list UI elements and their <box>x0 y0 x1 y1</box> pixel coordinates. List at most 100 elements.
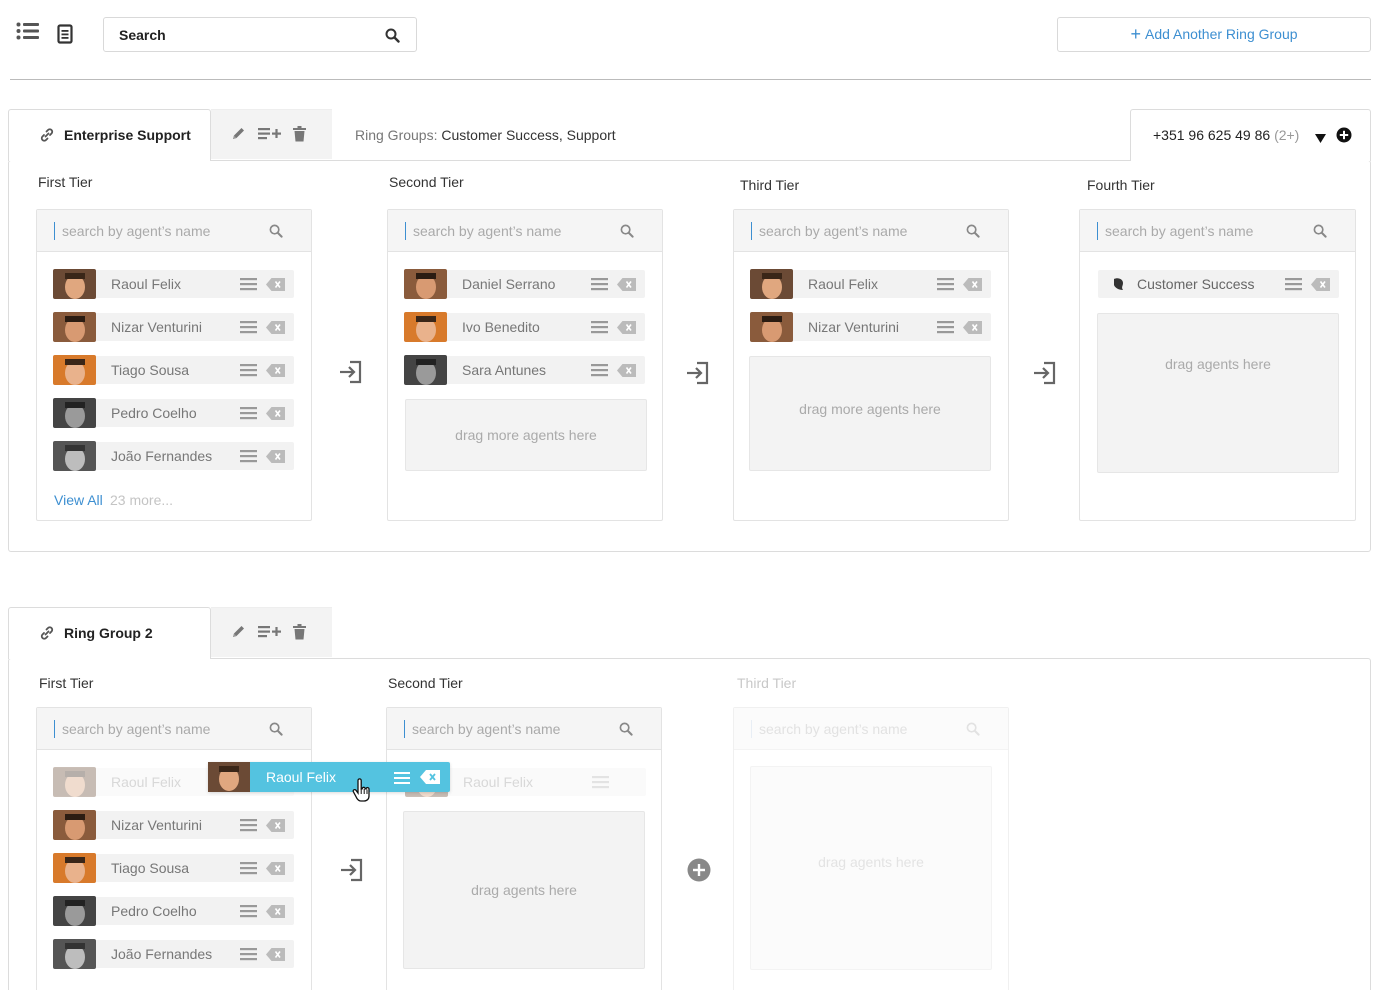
agent-row[interactable]: Sara Antunes <box>404 355 645 385</box>
agent-dropzone[interactable]: drag agents here <box>1097 313 1339 473</box>
add-phone-icon[interactable] <box>1336 127 1352 146</box>
move-to-next-tier-icon[interactable] <box>1032 360 1058 389</box>
drag-handle-icon[interactable] <box>240 862 257 878</box>
drag-handle-icon[interactable] <box>240 948 257 964</box>
drag-handle-icon[interactable] <box>240 278 257 294</box>
remove-agent-icon[interactable] <box>963 278 982 294</box>
drag-handle-icon[interactable] <box>240 407 257 423</box>
move-to-next-tier-icon[interactable] <box>338 359 364 388</box>
view-all-link[interactable]: View All <box>54 492 103 508</box>
agent-search-input[interactable]: search by agent’s name <box>1080 210 1355 252</box>
ring-group-tab[interactable]: Ring Group 2 <box>8 607 211 659</box>
list-view-icon[interactable] <box>16 22 40 43</box>
remove-agent-icon[interactable] <box>963 321 982 337</box>
drag-handle-icon[interactable] <box>591 278 608 294</box>
document-view-icon[interactable] <box>57 24 73 47</box>
remove-agent-icon[interactable] <box>420 770 440 787</box>
agent-dropzone[interactable]: drag agents here <box>750 766 992 970</box>
agent-row[interactable]: Daniel Serrano <box>404 269 645 299</box>
search-icon[interactable] <box>269 722 283 739</box>
remove-agent-icon[interactable] <box>266 819 285 835</box>
tier-label: Third Tier <box>737 675 797 691</box>
drag-handle-icon[interactable] <box>1285 278 1302 294</box>
drag-handle-icon[interactable] <box>592 776 609 792</box>
agent-search-input[interactable]: search by agent’s name <box>387 708 661 750</box>
drag-handle-icon[interactable] <box>591 364 608 380</box>
drag-handle-icon[interactable] <box>591 321 608 337</box>
search-icon[interactable] <box>966 224 980 241</box>
search-icon[interactable] <box>619 722 633 739</box>
link-icon <box>39 127 55 146</box>
add-tier-icon[interactable] <box>258 126 282 144</box>
remove-agent-icon[interactable] <box>617 278 636 294</box>
remove-agent-icon[interactable] <box>266 905 285 921</box>
agent-row[interactable]: João Fernandes <box>53 939 294 969</box>
drag-handle-icon[interactable] <box>240 321 257 337</box>
agent-row[interactable]: Pedro Coelho <box>53 896 294 926</box>
move-to-next-tier-icon[interactable] <box>685 360 711 389</box>
agent-search-input[interactable]: search by agent’s name <box>37 210 311 252</box>
drag-handle-icon[interactable] <box>240 450 257 466</box>
remove-agent-icon[interactable] <box>266 862 285 878</box>
agent-avatar <box>53 355 96 385</box>
trash-icon[interactable] <box>293 126 306 145</box>
agent-dropzone[interactable]: drag agents here <box>403 811 645 969</box>
agent-row[interactable]: Raoul Felix <box>53 269 294 299</box>
drag-handle-icon[interactable] <box>937 321 954 337</box>
team-icon <box>1112 277 1126 294</box>
global-search-input[interactable]: Search <box>103 17 417 52</box>
agent-name: Tiago Sousa <box>111 860 190 876</box>
remove-agent-icon[interactable] <box>617 321 636 337</box>
edit-icon[interactable] <box>231 126 246 144</box>
drag-handle-icon[interactable] <box>394 771 410 787</box>
move-to-next-tier-icon[interactable] <box>339 857 365 886</box>
remove-agent-icon[interactable] <box>266 407 285 423</box>
phone-number-tab[interactable]: +351 96 625 49 86 (2+) <box>1130 109 1371 161</box>
agent-dropzone[interactable]: drag more agents here <box>749 356 991 471</box>
search-icon[interactable] <box>385 28 400 46</box>
remove-agent-icon[interactable] <box>266 321 285 337</box>
search-icon[interactable] <box>966 722 980 739</box>
agent-avatar <box>53 896 96 926</box>
remove-agent-icon[interactable] <box>1311 278 1330 294</box>
agent-search-input[interactable]: search by agent’s name <box>734 708 1008 750</box>
agent-search-input[interactable]: search by agent’s name <box>734 210 1008 252</box>
drag-handle-icon[interactable] <box>240 905 257 921</box>
agent-avatar <box>53 939 96 969</box>
agent-search-input[interactable]: search by agent’s name <box>37 708 311 750</box>
dragging-agent-card[interactable]: Raoul Felix <box>208 762 450 792</box>
remove-agent-icon[interactable] <box>266 278 285 294</box>
search-icon[interactable] <box>1313 224 1327 241</box>
drag-handle-icon[interactable] <box>240 819 257 835</box>
remove-agent-icon[interactable] <box>266 364 285 380</box>
agent-row[interactable]: Tiago Sousa <box>53 355 294 385</box>
tier-label: First Tier <box>38 174 93 190</box>
trash-icon[interactable] <box>293 624 306 643</box>
agent-row[interactable]: Ivo Benedito <box>404 312 645 342</box>
remove-agent-icon[interactable] <box>617 364 636 380</box>
agent-row[interactable]: Nizar Venturini <box>53 810 294 840</box>
remove-agent-icon[interactable] <box>266 450 285 466</box>
add-ring-group-button[interactable]: + Add Another Ring Group <box>1057 17 1371 52</box>
ring-group-tab[interactable]: Enterprise Support <box>8 109 211 161</box>
agent-row[interactable]: Tiago Sousa <box>53 853 294 883</box>
search-icon[interactable] <box>269 224 283 241</box>
agent-row[interactable]: Pedro Coelho <box>53 398 294 428</box>
remove-agent-icon[interactable] <box>266 948 285 964</box>
agent-dropzone[interactable]: drag more agents here <box>405 399 647 471</box>
drag-handle-icon[interactable] <box>937 278 954 294</box>
agent-row[interactable]: Customer Success <box>1098 270 1339 298</box>
search-icon[interactable] <box>620 224 634 241</box>
agent-row[interactable]: Nizar Venturini <box>53 312 294 342</box>
dropdown-caret-icon[interactable] <box>1315 131 1326 147</box>
agent-search-input[interactable]: search by agent’s name <box>388 210 662 252</box>
agent-row[interactable]: Nizar Venturini <box>750 312 991 342</box>
add-tier-icon[interactable] <box>258 624 282 642</box>
add-tier-circle-icon[interactable] <box>687 858 711 885</box>
agent-row[interactable]: Raoul Felix <box>750 269 991 299</box>
edit-icon[interactable] <box>231 624 246 642</box>
agent-name: Nizar Venturini <box>808 319 900 335</box>
agent-row[interactable]: João Fernandes <box>53 441 294 471</box>
drag-handle-icon[interactable] <box>240 364 257 380</box>
tier-label: Fourth Tier <box>1087 177 1155 193</box>
